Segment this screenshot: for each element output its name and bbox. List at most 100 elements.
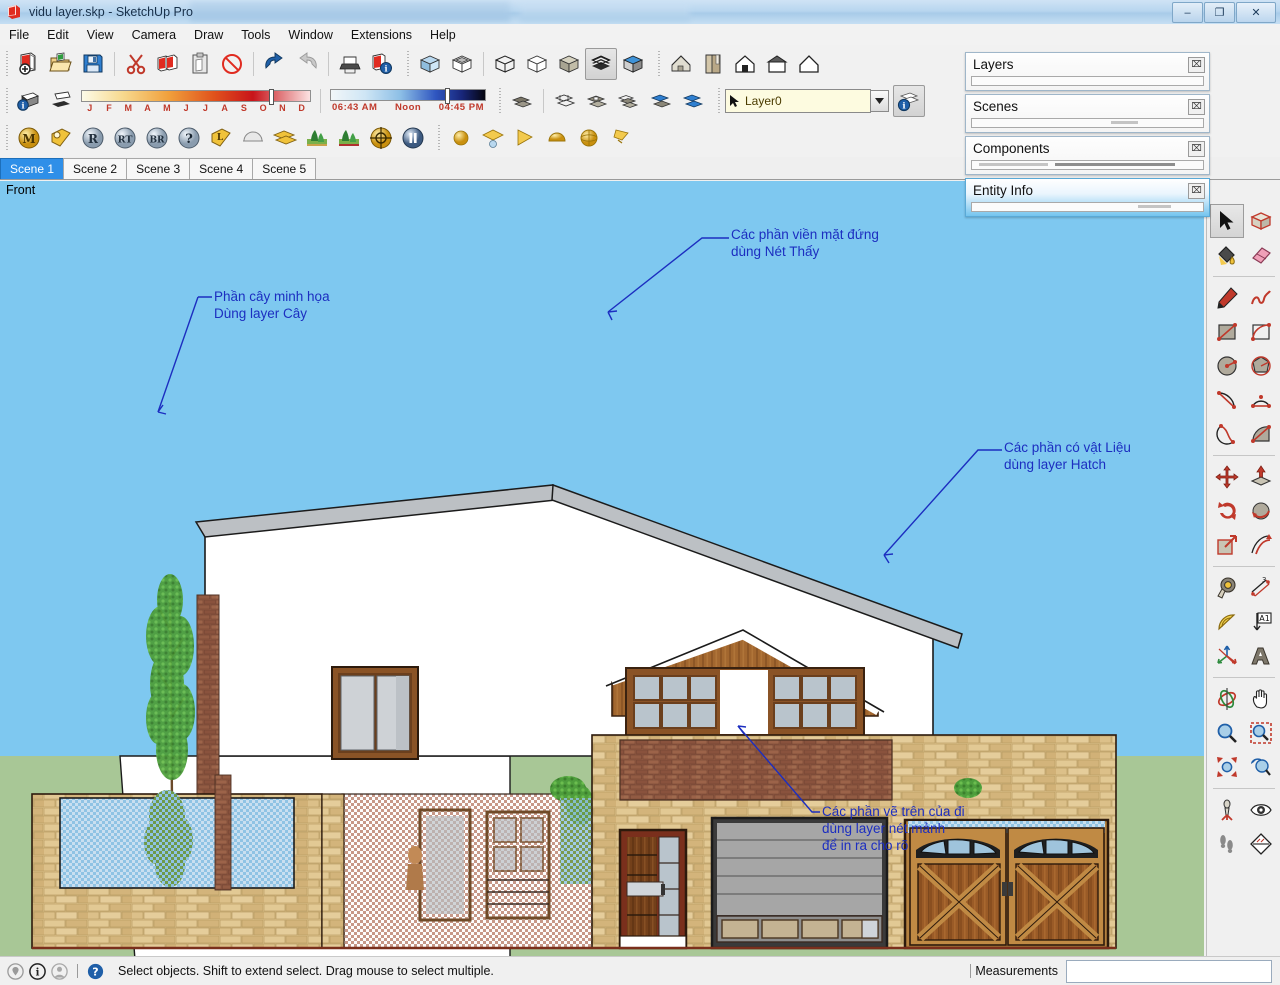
eraser-tool[interactable] <box>1244 238 1278 272</box>
panel-entity-info[interactable]: Entity Info ⌧ <box>965 178 1210 217</box>
vray-mesh-export-button[interactable] <box>269 122 301 154</box>
menu-extensions[interactable]: Extensions <box>342 25 421 45</box>
follow-me-tool[interactable] <box>1244 494 1278 528</box>
zoom-window-tool[interactable] <box>1244 716 1278 750</box>
minimize-button[interactable]: – <box>1172 2 1203 23</box>
shaded-style-button[interactable] <box>553 48 585 80</box>
scene-tab-1[interactable]: Scene 1 <box>0 158 65 179</box>
monochrome-style-button[interactable] <box>617 48 649 80</box>
layer-color-button[interactable] <box>645 85 677 117</box>
toolbar-grip[interactable] <box>717 88 722 114</box>
menu-window[interactable]: Window <box>279 25 341 45</box>
pan-tool[interactable] <box>1244 682 1278 716</box>
menu-edit[interactable]: Edit <box>38 25 78 45</box>
section-plane-tool[interactable] <box>1244 827 1278 861</box>
push-pull-tool[interactable] <box>1244 460 1278 494</box>
menu-camera[interactable]: Camera <box>123 25 185 45</box>
copy-button[interactable] <box>152 48 184 80</box>
orbit-tool[interactable] <box>1210 682 1244 716</box>
geo-location-icon[interactable] <box>7 962 24 980</box>
pie-tool[interactable] <box>1244 417 1278 451</box>
cut-button[interactable] <box>120 48 152 80</box>
shadow-date-slider[interactable]: J F M A M J J A S O N D <box>81 85 311 117</box>
menu-tools[interactable]: Tools <box>232 25 279 45</box>
scene-tab-2[interactable]: Scene 2 <box>63 158 128 179</box>
look-around-tool[interactable] <box>1244 793 1278 827</box>
vray-help-button[interactable]: ? <box>173 122 205 154</box>
top-view-button[interactable] <box>446 48 478 80</box>
undo-button[interactable] <box>259 48 291 80</box>
date-slider-knob[interactable] <box>268 88 274 105</box>
tape-measure-tool[interactable] <box>1210 571 1244 605</box>
vray-pause-render-button[interactable] <box>397 122 429 154</box>
zoom-extents-tool[interactable] <box>1210 750 1244 784</box>
walk-tool[interactable] <box>1210 827 1244 861</box>
rectangle-tool[interactable] <box>1210 315 1244 349</box>
close-button[interactable]: ✕ <box>1236 2 1276 23</box>
freehand-tool[interactable] <box>1244 281 1278 315</box>
shadow-settings-button[interactable]: i <box>13 85 45 117</box>
toolbar-grip[interactable] <box>406 51 411 77</box>
measurements-input[interactable] <box>1066 959 1272 983</box>
model-info-button[interactable]: i <box>366 48 398 80</box>
paste-button[interactable] <box>184 48 216 80</box>
sphere-light-button[interactable] <box>573 122 605 154</box>
layer-all-button[interactable] <box>613 85 645 117</box>
toolbar-grip[interactable] <box>5 88 10 114</box>
display-section-planes-button[interactable] <box>697 48 729 80</box>
vray-layer-tag-button[interactable]: L <box>205 122 237 154</box>
two-point-arc-tool[interactable] <box>1244 383 1278 417</box>
toolbar-grip[interactable] <box>5 51 10 77</box>
zoom-tool[interactable] <box>1210 716 1244 750</box>
axes-tool[interactable] <box>1210 639 1244 673</box>
omni-light-button[interactable] <box>445 122 477 154</box>
back-view-button[interactable] <box>761 48 793 80</box>
shadow-time-slider[interactable]: 06:43 AM Noon 04:45 PM <box>330 85 486 117</box>
previous-view-tool[interactable] <box>1244 750 1278 784</box>
left-view-button[interactable] <box>793 48 825 80</box>
vray-options-button[interactable] <box>45 122 77 154</box>
paint-bucket-tool[interactable] <box>1210 238 1244 272</box>
panel-scenes[interactable]: Scenes ⌧ <box>965 94 1210 133</box>
rotate-tool[interactable] <box>1210 494 1244 528</box>
vray-frame-buffer-button[interactable] <box>365 122 397 154</box>
new-document-button[interactable] <box>13 48 45 80</box>
active-layer-select[interactable]: Layer0 <box>725 89 871 113</box>
scale-tool[interactable] <box>1210 528 1244 562</box>
scene-tab-3[interactable]: Scene 3 <box>126 158 191 179</box>
move-tool[interactable] <box>1210 460 1244 494</box>
erase-button[interactable] <box>216 48 248 80</box>
toolbar-grip[interactable] <box>5 125 10 151</box>
vray-material-editor-button[interactable]: M <box>13 122 45 154</box>
scene-tab-5[interactable]: Scene 5 <box>252 158 317 179</box>
vray-scene-import-button[interactable] <box>301 122 333 154</box>
protractor-tool[interactable] <box>1210 605 1244 639</box>
arc-tool[interactable] <box>1210 383 1244 417</box>
close-icon[interactable]: ⌧ <box>1188 98 1205 115</box>
offset-tool[interactable] <box>1244 528 1278 562</box>
three-d-text-tool[interactable] <box>1244 639 1278 673</box>
rectangle-light-button[interactable] <box>477 122 509 154</box>
maximize-button[interactable]: ❐ <box>1204 2 1235 23</box>
close-icon[interactable]: ⌧ <box>1188 182 1205 199</box>
line-tool[interactable] <box>1210 281 1244 315</box>
time-slider-knob[interactable] <box>444 88 450 104</box>
toolbar-grip[interactable] <box>437 125 442 151</box>
toggle-shadows-button[interactable] <box>45 85 77 117</box>
open-document-button[interactable] <box>45 48 77 80</box>
panel-layers-header[interactable]: Layers ⌧ <box>966 53 1209 76</box>
dimension-tool[interactable]: 3 <box>1244 571 1278 605</box>
layer-color-all-button[interactable] <box>677 85 709 117</box>
spot-light-button[interactable] <box>509 122 541 154</box>
instructor-help-icon[interactable]: ? <box>87 963 104 980</box>
menu-draw[interactable]: Draw <box>185 25 232 45</box>
model-viewport[interactable]: Phần cây minh họa Dùng layer Cây Các phầ… <box>0 200 1204 956</box>
vray-render-button[interactable]: R <box>77 122 109 154</box>
section-plane-button[interactable] <box>665 48 697 80</box>
close-icon[interactable]: ⌧ <box>1188 140 1205 157</box>
select-tool[interactable] <box>1209 204 1244 238</box>
user-account-icon[interactable] <box>51 962 68 980</box>
vray-infinite-plane-button[interactable] <box>237 122 269 154</box>
dome-light-button[interactable] <box>541 122 573 154</box>
polygon-tool[interactable] <box>1244 349 1278 383</box>
